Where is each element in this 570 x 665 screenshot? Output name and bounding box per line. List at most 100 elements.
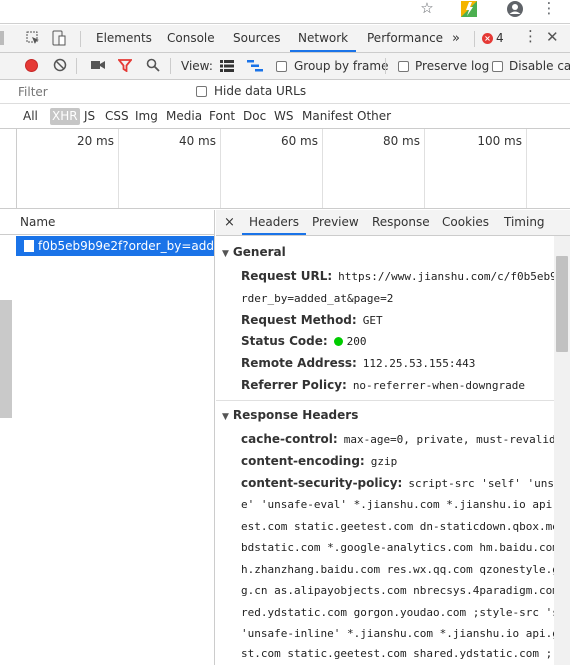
- referrer-policy-value: no-referrer-when-downgrade: [352, 379, 525, 392]
- close-detail-button[interactable]: ×: [224, 210, 235, 235]
- type-js[interactable]: JS: [84, 108, 95, 125]
- csp-continued: g.cn as.alipayobjects.com nbrecsys.4para…: [241, 583, 559, 597]
- csp-continued: h.zhanzhang.baidu.com res.wx.qq.com qzon…: [241, 562, 559, 576]
- csp-key: content-security-policy:: [241, 476, 403, 490]
- divider: [170, 58, 171, 74]
- document-icon: [24, 240, 34, 252]
- gridline: [118, 129, 119, 208]
- large-rows-icon[interactable]: [220, 60, 234, 75]
- clear-icon[interactable]: [53, 58, 67, 75]
- browser-toolbar: ☆ ⋮: [0, 0, 570, 24]
- hide-data-urls-checkbox[interactable]: [196, 86, 207, 97]
- waterfall-icon[interactable]: [247, 59, 263, 76]
- hide-data-urls-label[interactable]: Hide data URLs: [214, 84, 306, 98]
- dock-edge: [0, 31, 4, 45]
- record-button[interactable]: [25, 59, 38, 72]
- tab-network[interactable]: Network: [290, 25, 357, 52]
- csp-continued: red.ydstatic.com gorgon.youdao.com ;styl…: [241, 605, 559, 619]
- tab-timing[interactable]: Timing: [504, 210, 545, 235]
- csp-value-line: st.com static.geetest.com shared.ydstati…: [241, 647, 553, 660]
- left-scrollbar[interactable]: [0, 300, 12, 418]
- type-img[interactable]: Img: [135, 108, 158, 125]
- preserve-log-label[interactable]: Preserve log: [415, 59, 489, 73]
- tab-sources[interactable]: Sources: [233, 25, 280, 52]
- general-section-header[interactable]: ▼ General: [222, 245, 286, 259]
- tick-label: 40 ms: [178, 134, 216, 148]
- status-ok-icon: [333, 337, 343, 346]
- tick-label: 20 ms: [76, 134, 114, 148]
- csp-value-line: script-src 'self' 'unsafe-: [408, 477, 570, 490]
- gridline: [424, 129, 425, 208]
- disable-cache-checkbox[interactable]: [492, 61, 503, 72]
- close-devtools-icon[interactable]: ✕: [546, 28, 559, 46]
- name-column-label: Name: [20, 215, 56, 229]
- timeline-overview[interactable]: 20 ms 40 ms 60 ms 80 ms 100 ms: [0, 129, 570, 209]
- search-icon[interactable]: [146, 58, 160, 75]
- remote-address-value: 112.25.53.155:443: [362, 357, 476, 370]
- type-manifest[interactable]: Manifest: [302, 108, 353, 125]
- extension-icon[interactable]: [458, 0, 480, 20]
- csp-value-line: red.ydstatic.com gorgon.youdao.com ;styl…: [241, 606, 559, 619]
- type-all[interactable]: All: [23, 108, 38, 125]
- type-ws[interactable]: WS: [274, 108, 293, 125]
- csp-value-line: e' 'unsafe-eval' *.jianshu.com *.jianshu…: [241, 498, 553, 511]
- error-count[interactable]: 4: [496, 31, 504, 45]
- tab-headers[interactable]: Headers: [242, 210, 306, 235]
- status-code-row: Status Code: 200: [241, 334, 367, 348]
- tab-response[interactable]: Response: [372, 210, 430, 235]
- account-icon[interactable]: [504, 0, 526, 20]
- csp-continued: est.com static.geetest.com dn-staticdown…: [241, 519, 559, 533]
- section-divider: [216, 400, 554, 401]
- csp-value-line: 'unsafe-inline' *.jianshu.com *.jianshu.…: [241, 627, 559, 640]
- request-list: Name f0b5eb9b9e2f?order_by=adde...: [0, 210, 215, 665]
- request-url-value: https://www.jianshu.com/c/f0b5eb9b9: [338, 270, 570, 283]
- tab-elements[interactable]: Elements: [96, 25, 152, 52]
- tab-cookies[interactable]: Cookies: [442, 210, 489, 235]
- devtools-tab-bar: Elements Console Sources Network Perform…: [0, 25, 570, 53]
- inspect-element-icon[interactable]: [26, 31, 40, 48]
- screenshot-camera-icon[interactable]: [91, 59, 105, 74]
- name-column-header[interactable]: Name: [0, 210, 214, 235]
- more-vert-icon[interactable]: ⋮: [538, 0, 560, 20]
- filter-icon[interactable]: [117, 59, 133, 75]
- tab-preview[interactable]: Preview: [312, 210, 359, 235]
- detail-scrollbar[interactable]: [554, 236, 570, 665]
- tab-console[interactable]: Console: [167, 25, 215, 52]
- star-icon[interactable]: ☆: [416, 0, 438, 20]
- disable-cache-label[interactable]: Disable cac: [509, 59, 570, 73]
- settings-menu-icon[interactable]: ⋮: [523, 27, 538, 45]
- content-encoding-row: content-encoding: gzip: [241, 454, 397, 468]
- request-name: f0b5eb9b9e2f?order_by=adde...: [38, 239, 214, 253]
- more-tabs-button[interactable]: »: [452, 25, 460, 52]
- csp-row: content-security-policy: script-src 'self…: [241, 476, 570, 490]
- filter-input[interactable]: [18, 83, 184, 101]
- cache-control-key: cache-control:: [241, 432, 338, 446]
- preserve-log-checkbox[interactable]: [398, 61, 409, 72]
- request-url-key: Request URL:: [241, 269, 333, 283]
- group-by-frame-label[interactable]: Group by frame: [294, 59, 388, 73]
- group-by-frame-checkbox[interactable]: [276, 61, 287, 72]
- scrollbar-thumb[interactable]: [556, 256, 568, 352]
- csp-continued: e' 'unsafe-eval' *.jianshu.com *.jianshu…: [241, 497, 552, 511]
- request-url-value-line2: rder_by=added_at&page=2: [241, 292, 394, 305]
- type-css[interactable]: CSS: [105, 108, 129, 125]
- tab-performance[interactable]: Performance: [367, 25, 443, 52]
- response-headers-title: Response Headers: [232, 408, 359, 422]
- error-icon[interactable]: ×: [482, 33, 493, 44]
- request-row[interactable]: f0b5eb9b9e2f?order_by=adde...: [16, 236, 214, 256]
- divider: [385, 58, 386, 74]
- overview-left-edge: [16, 129, 17, 208]
- type-xhr[interactable]: XHR: [50, 108, 80, 125]
- divider: [80, 31, 81, 47]
- type-doc[interactable]: Doc: [243, 108, 266, 125]
- response-headers-section-header[interactable]: ▼ Response Headers: [222, 408, 358, 422]
- type-other[interactable]: Other: [357, 108, 391, 125]
- request-detail-panel: × Headers Preview Response Cookies Timin…: [216, 210, 570, 665]
- type-font[interactable]: Font: [209, 108, 235, 125]
- csp-continued: st.com static.geetest.com shared.ydstati…: [241, 646, 552, 660]
- device-toolbar-icon[interactable]: [52, 30, 66, 49]
- request-url-continued: rder_by=added_at&page=2: [241, 291, 393, 305]
- network-toolbar: View: Group by frame Preserve log Disabl…: [0, 53, 570, 80]
- type-media[interactable]: Media: [166, 108, 202, 125]
- gridline: [322, 129, 323, 208]
